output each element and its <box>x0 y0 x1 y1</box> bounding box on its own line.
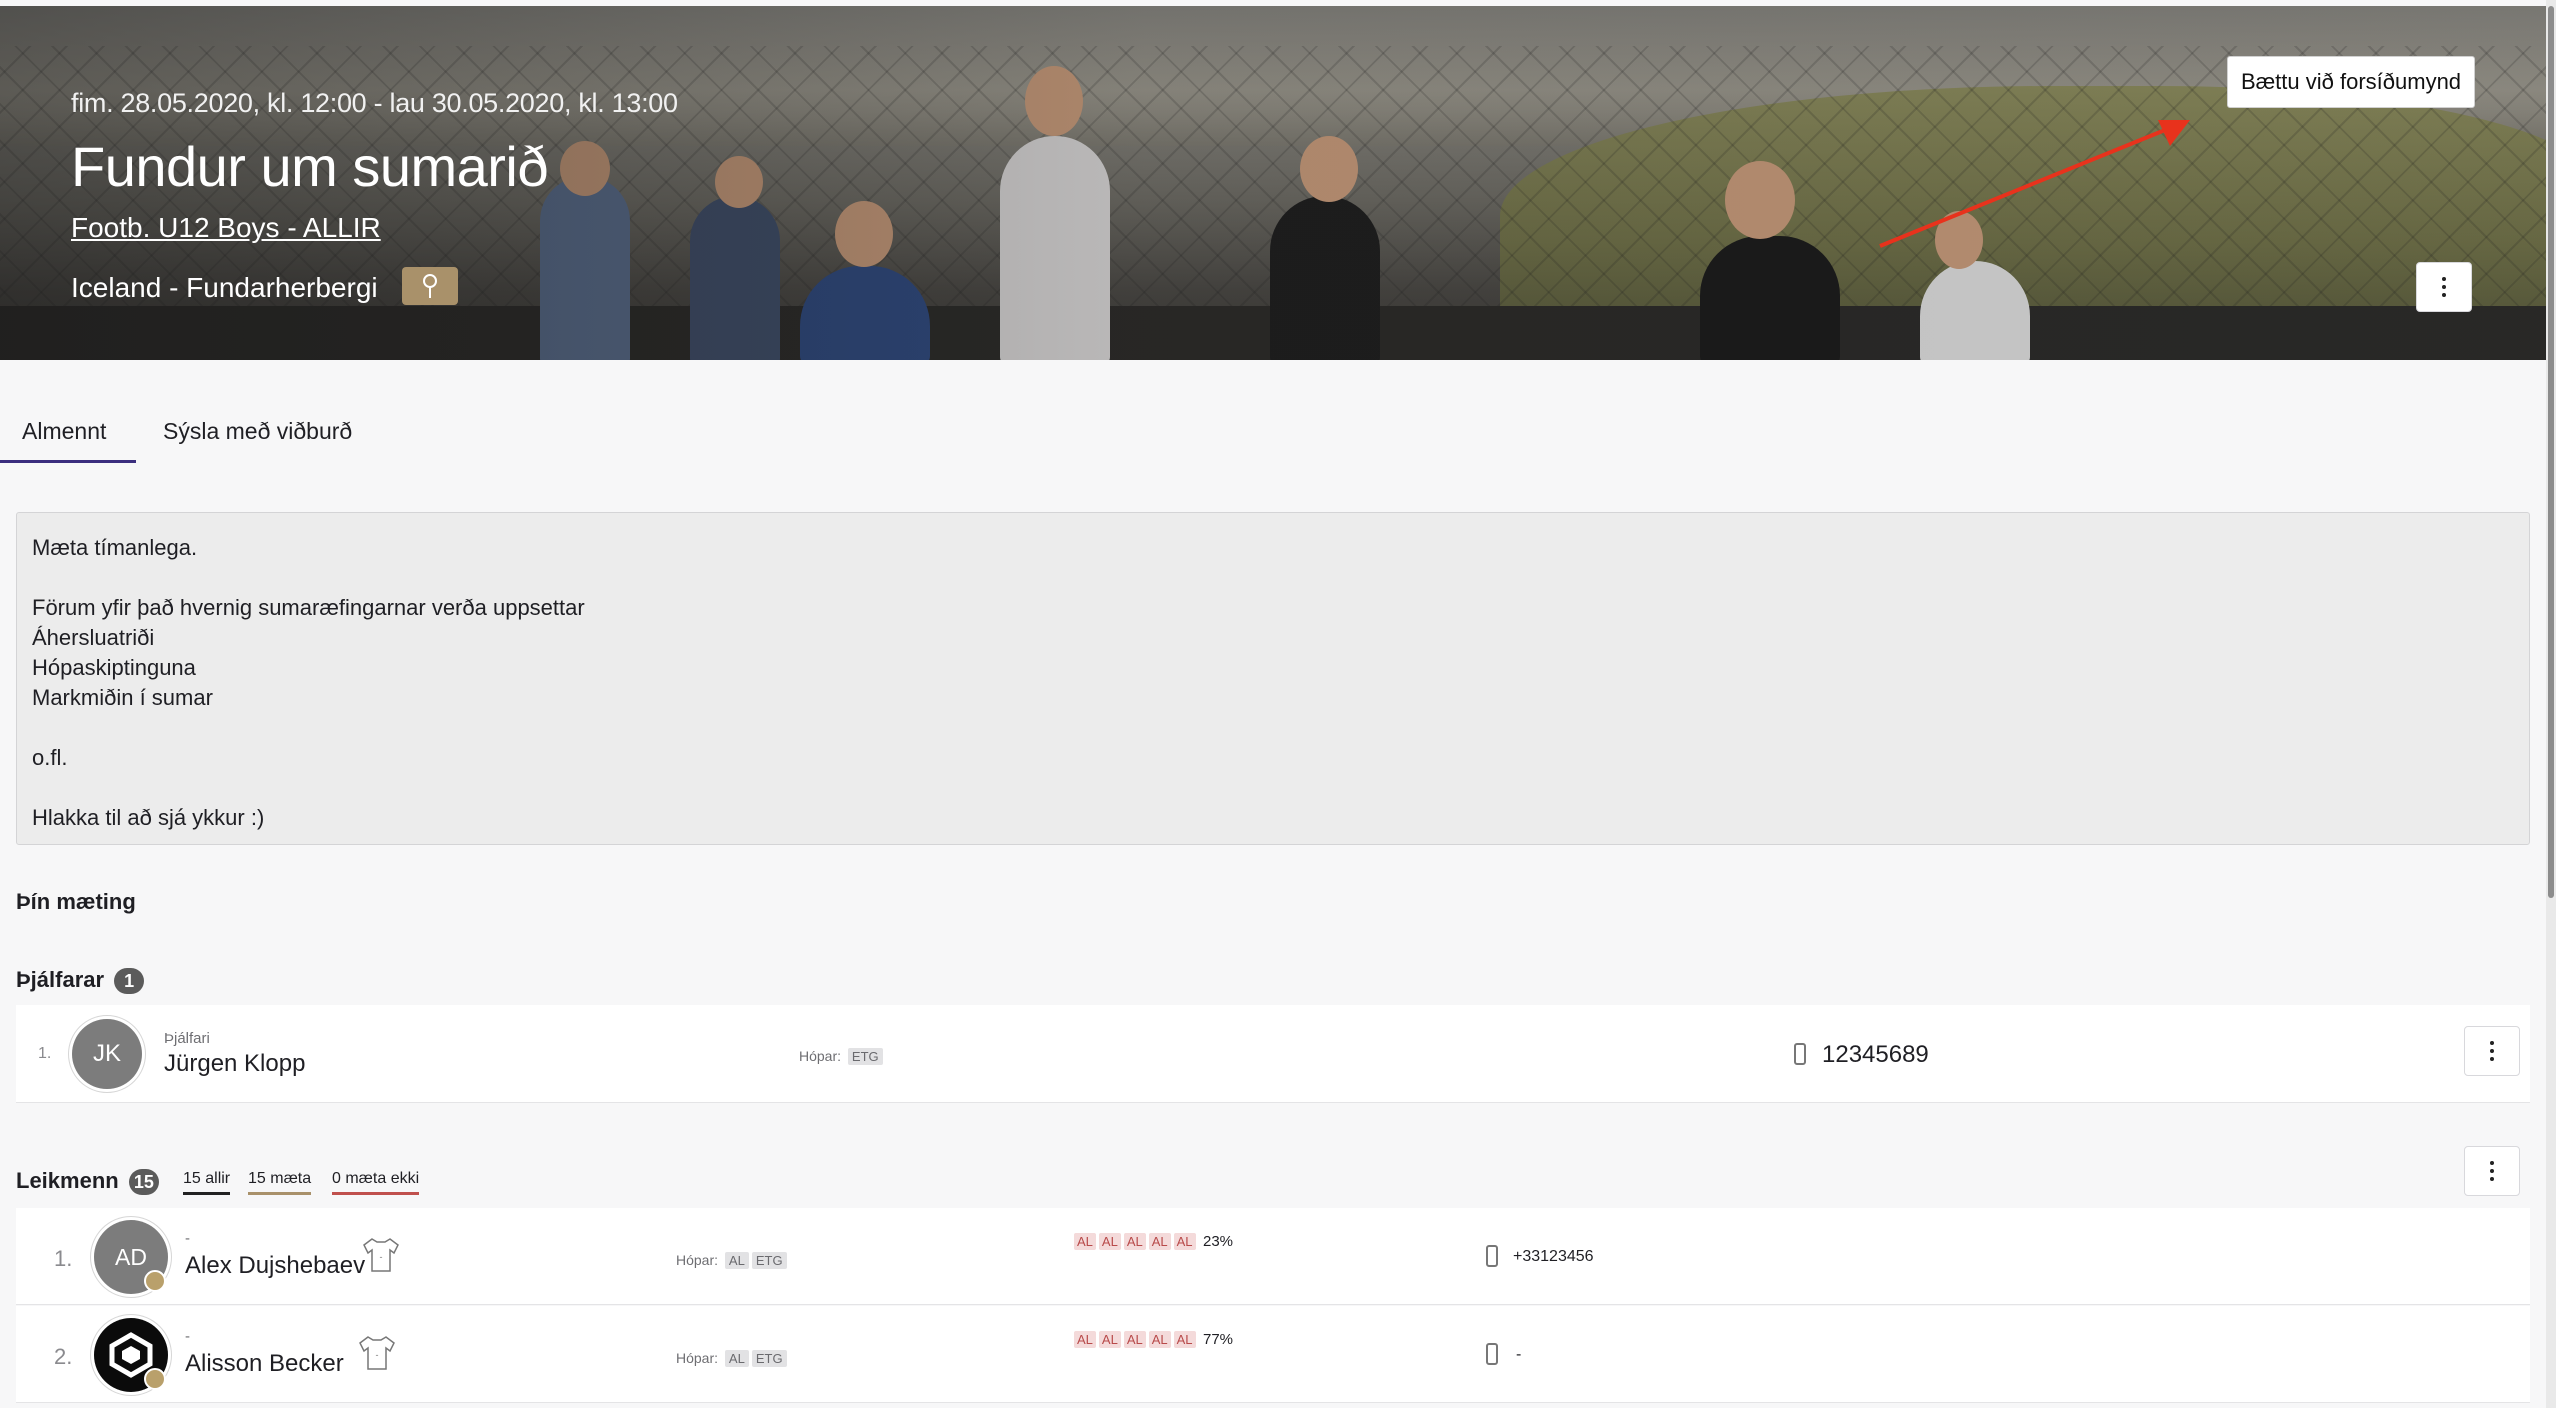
description-line: o.fl. <box>32 745 68 770</box>
member-name[interactable]: Alex Dujshebaev <box>185 1252 365 1280</box>
event-more-button[interactable] <box>2416 262 2472 312</box>
attendance-history: AL AL AL AL AL 23% <box>1074 1233 1233 1251</box>
players-count-badge: 15 <box>128 1169 159 1196</box>
group-tag: ETG <box>751 1350 787 1367</box>
description-line: Hlakka til að sjá ykkur :) <box>32 805 265 830</box>
attending-check-icon <box>144 1368 166 1390</box>
attendance-history: AL AL AL AL AL 77% <box>1074 1331 1233 1349</box>
phone-icon <box>1486 1245 1498 1267</box>
more-vertical-icon <box>2490 1161 2494 1181</box>
member-phone: - <box>1516 1346 1522 1363</box>
member-name[interactable]: Alisson Becker <box>185 1350 344 1378</box>
shirt-icon[interactable]: - <box>356 1334 398 1372</box>
attendance-percent: 23% <box>1202 1233 1234 1250</box>
attendance-tag: AL <box>1173 1331 1196 1348</box>
svg-text:-: - <box>380 1252 383 1262</box>
attendance-percent: 77% <box>1202 1331 1234 1348</box>
attendance-tag: AL <box>1074 1331 1096 1348</box>
your-attendance-heading: Þín mæting <box>16 889 136 914</box>
coach-row[interactable]: 1. JK Þjálfari Jürgen Klopp Hópar: ETG 1… <box>16 1005 2530 1103</box>
description-line: Markmiðin í sumar <box>32 685 213 710</box>
attendance-tag: AL <box>1148 1331 1171 1348</box>
description-line <box>32 773 2514 803</box>
event-location: Iceland - Fundarherbergi <box>71 272 378 303</box>
attendance-tag: AL <box>1123 1331 1146 1348</box>
coaches-heading: Þjálfarar 1 <box>16 967 145 995</box>
attendance-tag: AL <box>1123 1233 1146 1250</box>
attendance-tag: AL <box>1148 1233 1171 1250</box>
players-title: Leikmenn <box>16 1168 119 1193</box>
description-line: Hópaskiptinguna <box>32 655 196 680</box>
event-datetime: fim. 28.05.2020, kl. 12:00 - lau 30.05.2… <box>71 88 678 118</box>
coaches-count-badge: 1 <box>114 968 145 995</box>
scrollbar-thumb[interactable] <box>2548 6 2554 898</box>
member-phone: +33123456 <box>1513 1248 1594 1265</box>
description-line: Förum yfir það hvernig sumaræfingarnar v… <box>32 595 585 620</box>
player-row[interactable]: 1. AD - Alex Dujshebaev - Hópar: AL ETG A… <box>16 1208 2530 1305</box>
avatar[interactable]: JK <box>72 1019 142 1089</box>
groups-label: Hópar: <box>676 1252 719 1268</box>
filter-not-attending-link[interactable]: 0 mæta ekki <box>332 1170 420 1195</box>
map-pin-icon <box>423 274 437 298</box>
phone-icon <box>1486 1343 1498 1365</box>
players-heading: Leikmenn 15 <box>16 1168 159 1196</box>
player-row[interactable]: 2. - Alisson Becker - Hópar: AL ETG AL AL A… <box>16 1306 2530 1403</box>
coaches-title: Þjálfarar <box>16 967 105 992</box>
member-groups: Hópar: ETG <box>799 1048 883 1065</box>
players-more-button[interactable] <box>2464 1146 2520 1196</box>
member-phone: 12345689 <box>1822 1041 1929 1068</box>
map-pin-button[interactable] <box>402 267 458 305</box>
member-groups: Hópar: AL ETG <box>676 1350 787 1367</box>
member-role: - <box>185 1328 190 1345</box>
group-tag: ETG <box>751 1252 787 1269</box>
attendance-tag: AL <box>1098 1331 1121 1348</box>
description-line <box>32 563 2514 593</box>
filter-attending-link[interactable]: 15 mæta <box>248 1170 312 1195</box>
description-line: Mæta tímanlega. <box>32 535 198 560</box>
event-title: Fundur um sumarið <box>71 135 549 198</box>
add-cover-photo-button[interactable]: Bættu við forsíðumynd <box>2227 56 2475 108</box>
row-index: 1. <box>54 1246 73 1271</box>
member-role: Þjálfari <box>164 1030 210 1047</box>
group-tag: AL <box>724 1252 749 1269</box>
more-vertical-icon <box>2442 277 2446 297</box>
member-role: - <box>185 1230 190 1247</box>
row-index: 2. <box>54 1344 73 1369</box>
description-line <box>32 713 2514 743</box>
filter-all-link[interactable]: 15 allir <box>183 1170 231 1195</box>
active-tab-indicator <box>0 460 136 463</box>
group-tag: ETG <box>847 1048 883 1065</box>
attendance-tag: AL <box>1173 1233 1196 1250</box>
attending-check-icon <box>144 1270 166 1292</box>
groups-label: Hópar: <box>799 1048 842 1064</box>
event-team-link[interactable]: Footb. U12 Boys - ALLIR <box>71 212 381 244</box>
event-description: Mæta tímanlega. Förum yfir það hvernig s… <box>16 512 2530 845</box>
description-line: Áherslua­triði <box>32 625 155 650</box>
row-index: 1. <box>38 1045 52 1062</box>
tab-general[interactable]: Almennt <box>22 418 106 445</box>
member-name[interactable]: Jürgen Klopp <box>164 1050 305 1078</box>
more-vertical-icon <box>2490 1041 2494 1061</box>
attendance-tag: AL <box>1074 1233 1096 1250</box>
annotation-arrow-icon <box>1879 120 2190 248</box>
svg-text:-: - <box>376 1350 379 1360</box>
group-tag: AL <box>724 1350 749 1367</box>
member-groups: Hópar: AL ETG <box>676 1252 787 1269</box>
attendance-tag: AL <box>1098 1233 1121 1250</box>
phone-icon <box>1794 1043 1806 1065</box>
tab-manage-event[interactable]: Sýsla með viðburð <box>163 418 352 445</box>
groups-label: Hópar: <box>676 1350 719 1366</box>
shirt-icon[interactable]: - <box>360 1236 402 1274</box>
coach-more-button[interactable] <box>2464 1026 2520 1076</box>
